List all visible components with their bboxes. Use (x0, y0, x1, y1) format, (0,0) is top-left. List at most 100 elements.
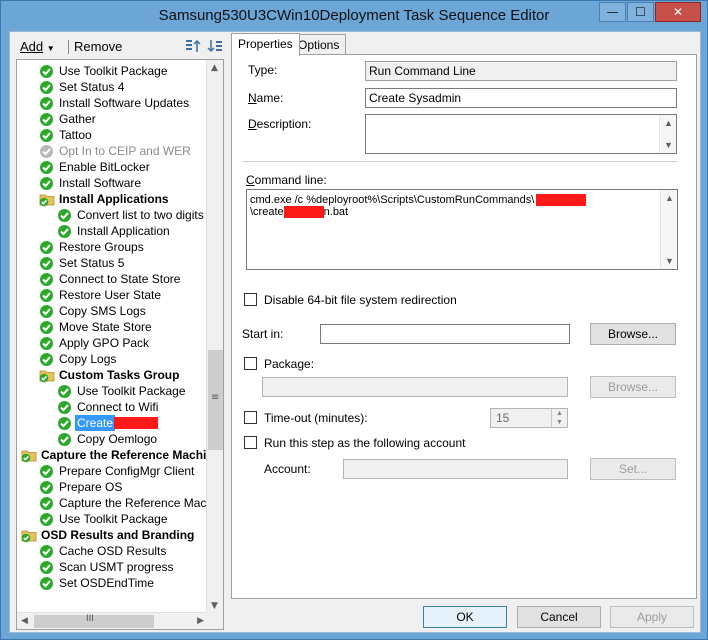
spin-up-icon[interactable]: ▲ (551, 409, 567, 418)
tree-item-label: Cache OSD Results (59, 544, 167, 558)
start-in-label: Start in: (242, 327, 284, 341)
timeout-checkbox[interactable] (244, 411, 257, 424)
tree-item-label: Use Toolkit Package (59, 64, 168, 78)
scroll-right-icon[interactable]: ▶ (197, 616, 204, 626)
timeout-spinner[interactable]: 15 ▲ ▼ (490, 408, 568, 428)
scroll-down-icon[interactable]: ▼ (211, 601, 218, 611)
name-field[interactable]: Create Sysadmin (365, 88, 677, 108)
tree-item-label: Opt In to CEIP and WER (59, 144, 191, 158)
command-line-text: cmd.exe /c %deployroot%\Scripts\CustomRu… (250, 194, 587, 219)
green-check-icon (57, 416, 72, 431)
scroll-up-icon: ▲ (665, 193, 674, 203)
tree-item-label: Convert list to two digits (77, 208, 204, 222)
scroll-left-icon[interactable]: ◀ (21, 616, 28, 626)
spin-down-icon[interactable]: ▼ (551, 418, 567, 427)
remove-button[interactable]: Remove (74, 39, 122, 54)
redacted-block (283, 206, 324, 219)
maximize-button[interactable]: ☐ (627, 2, 654, 22)
add-label: Add (20, 39, 44, 54)
redacted-block (114, 417, 158, 429)
account-field[interactable] (343, 459, 568, 479)
tree-item-label: Copy SMS Logs (59, 304, 146, 318)
apply-button[interactable]: Apply (610, 606, 694, 628)
name-label: Name: (248, 91, 284, 105)
green-check-icon (39, 272, 54, 287)
green-check-icon (39, 512, 54, 527)
description-field[interactable]: ▲ ▼ (365, 114, 677, 154)
green-check-icon (39, 576, 54, 591)
green-check-icon (57, 400, 72, 415)
add-menu-button[interactable]: Add ▼ (20, 39, 55, 54)
tree-item-label: Capture the Reference Machine (59, 496, 224, 510)
tree-horizontal-scroll-thumb[interactable]: III (34, 614, 154, 628)
description-scrollbar[interactable]: ▲ ▼ (659, 115, 676, 153)
green-check-icon (39, 240, 54, 255)
description-label: Description: (248, 117, 312, 131)
scroll-up-icon[interactable]: ▲ (211, 63, 218, 73)
thumb-grip-icon: ≡ (211, 392, 220, 403)
package-checkbox[interactable] (244, 357, 257, 370)
title-bar[interactable]: Samsung530U3CWin10Deployment Task Sequen… (1, 1, 707, 31)
move-down-icon[interactable] (206, 37, 224, 55)
package-field[interactable] (262, 377, 568, 397)
section-divider (242, 161, 678, 162)
green-check-icon (57, 384, 72, 399)
type-field: Run Command Line (365, 61, 677, 81)
tree-item-label: Gather (59, 112, 96, 126)
folder-check-icon (21, 528, 37, 543)
green-check-icon (39, 336, 54, 351)
green-check-icon (39, 112, 54, 127)
browse-start-in-button[interactable]: Browse... (590, 323, 676, 345)
green-check-icon (39, 80, 54, 95)
start-in-field[interactable] (320, 324, 570, 344)
redacted-block (536, 194, 587, 207)
minimize-button[interactable]: — (599, 2, 626, 22)
green-check-icon (39, 320, 54, 335)
tree-item-label: Install Software (59, 176, 142, 190)
type-label: Type: (248, 63, 278, 77)
disable-64bit-label: Disable 64-bit file system redirection (264, 293, 457, 307)
tree-item-label: Move State Store (59, 320, 152, 334)
run-as-checkbox[interactable] (244, 436, 257, 449)
scrollbar-corner (206, 612, 223, 629)
folder-check-icon (39, 192, 55, 207)
command-line-1: cmd.exe /c %deployroot%\Scripts\CustomRu… (250, 194, 535, 206)
tree-item-label: Custom Tasks Group (59, 368, 180, 382)
run-as-label: Run this step as the following account (264, 436, 466, 450)
close-button[interactable]: ✕ (655, 2, 701, 22)
tree-horizontal-scrollbar[interactable]: ◀ III ▶ (17, 612, 208, 629)
tab-properties[interactable]: Properties (231, 33, 300, 56)
ok-button[interactable]: OK (423, 606, 507, 628)
green-check-icon (57, 224, 72, 239)
command-line-field[interactable]: cmd.exe /c %deployroot%\Scripts\CustomRu… (246, 189, 678, 270)
command-line-scrollbar[interactable]: ▲ ▼ (660, 190, 677, 269)
disable-64bit-checkbox[interactable] (244, 293, 257, 306)
tree-item-label: Connect to State Store (59, 272, 181, 286)
command-line-2a: \create (250, 206, 284, 219)
package-label: Package: (264, 357, 315, 371)
green-check-icon (39, 128, 54, 143)
browse-package-button[interactable]: Browse... (590, 376, 676, 398)
task-sequence-tree[interactable]: Use Toolkit Package Set Status 4 Install S… (16, 59, 224, 630)
green-check-icon (39, 256, 54, 271)
tree-item-label: Copy Logs (59, 352, 117, 366)
tree-vertical-scrollbar[interactable]: ▲ ≡ ▼ (206, 60, 223, 614)
dropdown-arrow-icon: ▼ (46, 44, 55, 53)
tree-item-label: Restore User State (59, 288, 162, 302)
green-check-icon (39, 288, 54, 303)
move-up-icon[interactable] (184, 37, 202, 55)
cancel-button[interactable]: Cancel (517, 606, 601, 628)
tree-item-label: OSD Results and Branding (41, 528, 195, 542)
editor-client-area: Add ▼ Remove Use Toolkit Package Set Stat… (9, 31, 701, 633)
green-check-icon (39, 496, 54, 511)
green-check-icon (39, 352, 54, 367)
tree-item-label: Connect to Wifi (77, 400, 159, 414)
set-account-button[interactable]: Set... (590, 458, 676, 480)
tree-item-label: Use Toolkit Package (59, 512, 168, 526)
tree-item-label: Copy Oemlogo (77, 432, 158, 446)
tree-item-label: Apply GPO Pack (59, 336, 150, 350)
tree-item-label: Create (75, 415, 116, 431)
task-sequence-editor-window: Samsung530U3CWin10Deployment Task Sequen… (0, 0, 708, 640)
tree-vertical-scroll-thumb[interactable]: ≡ (208, 350, 223, 450)
green-check-icon (39, 304, 54, 319)
